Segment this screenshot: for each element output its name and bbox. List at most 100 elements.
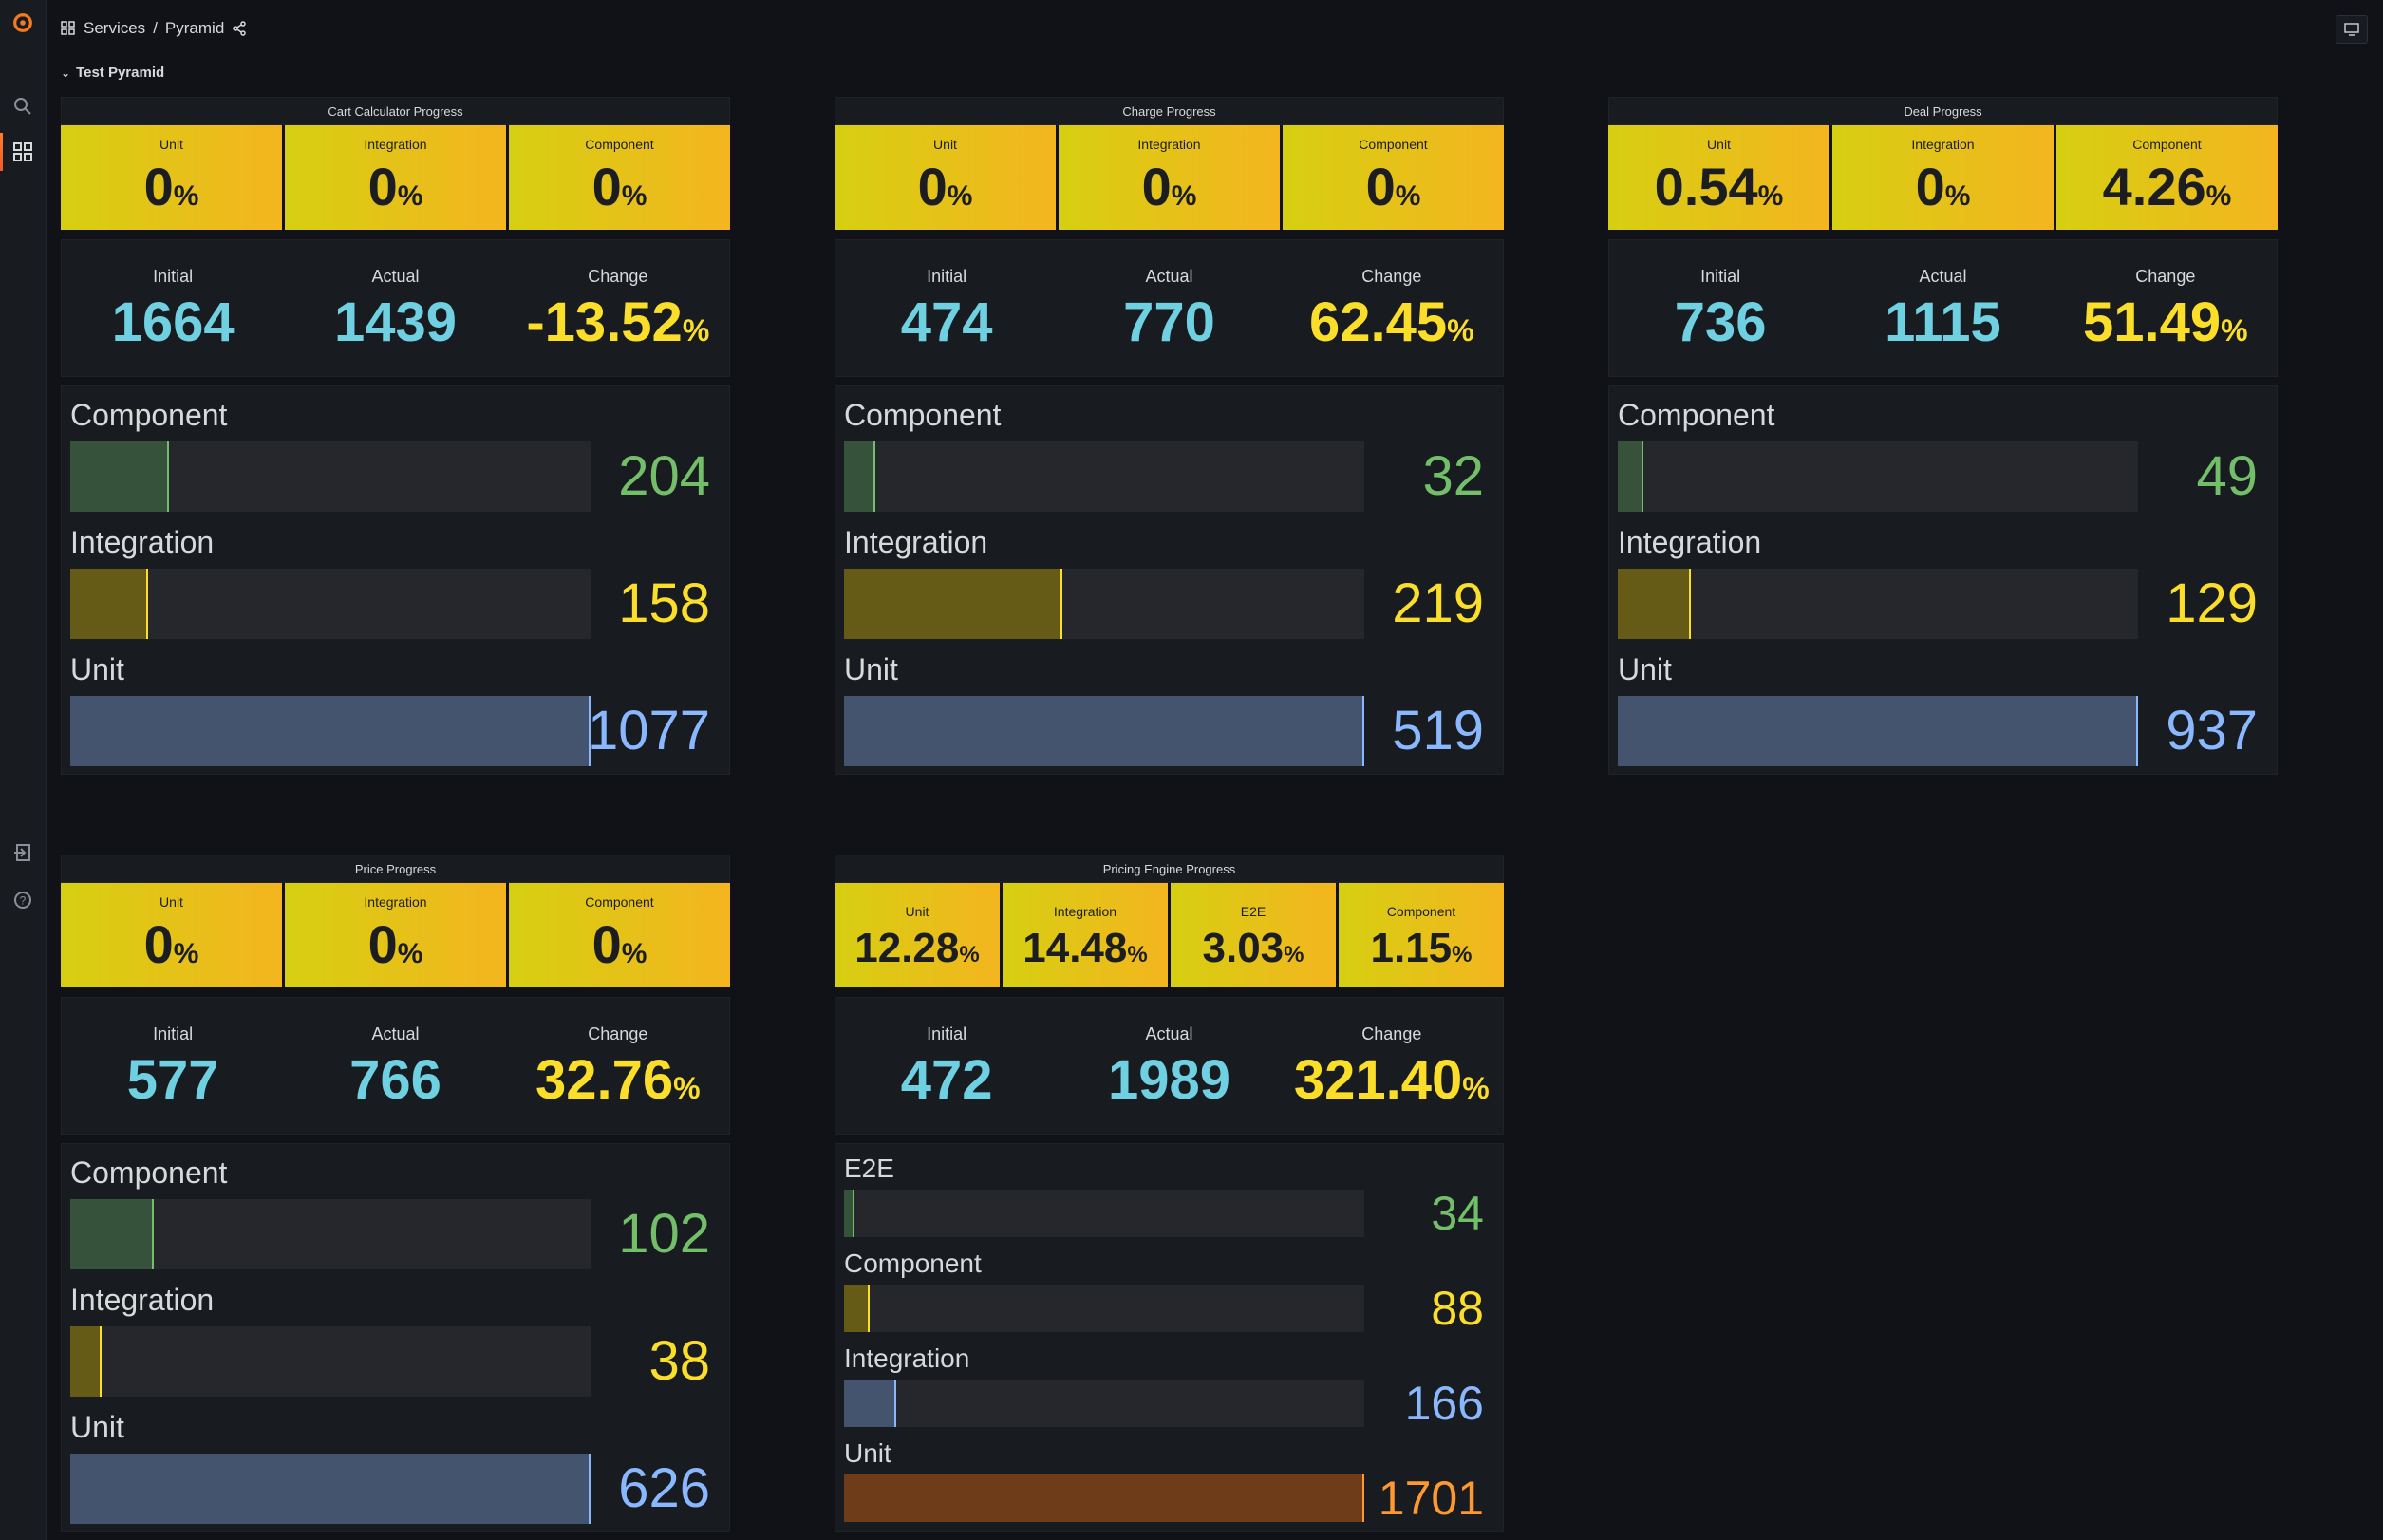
grafana-logo-icon[interactable] xyxy=(11,11,34,34)
stat-initial[interactable]: Initial 1664 xyxy=(62,240,284,376)
stat-actual[interactable]: Actual 770 xyxy=(1058,240,1280,376)
stat-change[interactable]: Change 321.40% xyxy=(1281,998,1503,1134)
sign-in-icon[interactable] xyxy=(11,841,34,864)
row-header-test-pyramid[interactable]: ⌄ Test Pyramid xyxy=(61,65,164,81)
stat-initial[interactable]: Initial 474 xyxy=(835,240,1058,376)
bar-track[interactable] xyxy=(70,1326,591,1397)
tile-value: 0% xyxy=(1283,154,1504,230)
stat-number: 62.45 xyxy=(1309,291,1448,353)
bar-fill xyxy=(1618,569,1691,639)
share-icon[interactable] xyxy=(232,21,247,36)
count-stats: Initial 474 Actual 770 Change 62.45% xyxy=(835,239,1504,377)
coverage-tile[interactable]: Integration 14.48% xyxy=(1003,883,1168,987)
coverage-tile[interactable]: Integration 0% xyxy=(285,883,506,987)
tv-mode-button[interactable] xyxy=(2336,15,2368,44)
tile-unit: % xyxy=(947,180,973,212)
bar-track[interactable] xyxy=(1618,569,2138,639)
stat-value: 51.49% xyxy=(2055,288,2277,366)
coverage-tile[interactable]: Integration 0% xyxy=(1832,125,2054,230)
bar-value: 219 xyxy=(1392,573,1484,634)
bar-label: Integration xyxy=(844,525,988,559)
breadcrumb-dashboard[interactable]: Pyramid xyxy=(165,19,224,38)
tile-label: Component xyxy=(1386,904,1456,919)
tile-unit: % xyxy=(173,180,199,212)
stat-initial[interactable]: Initial 577 xyxy=(62,998,284,1134)
coverage-tile[interactable]: Unit 12.28% xyxy=(835,883,1000,987)
panel-title[interactable]: Pricing Engine Progress xyxy=(835,855,1504,883)
coverage-tile[interactable]: E2E 3.03% xyxy=(1171,883,1336,987)
stat-value: 1989 xyxy=(1058,1045,1280,1116)
panel-group: Cart Calculator Progress Unit 0% Integratio… xyxy=(61,97,730,775)
coverage-tile[interactable]: Unit 0% xyxy=(61,883,282,987)
stat-value: 577 xyxy=(62,1045,284,1116)
bar-track[interactable] xyxy=(70,696,591,766)
bar-track[interactable] xyxy=(844,1474,1364,1522)
coverage-tile[interactable]: Integration 0% xyxy=(285,125,506,230)
tile-unit: % xyxy=(1395,180,1421,212)
stat-actual[interactable]: Actual 1115 xyxy=(1831,240,2054,376)
bar-track[interactable] xyxy=(70,1454,591,1524)
bar-value: 102 xyxy=(618,1203,710,1265)
bar-edge xyxy=(152,1199,154,1269)
bar-label: E2E xyxy=(844,1154,894,1183)
stat-unit: % xyxy=(1462,1071,1490,1105)
stat-number: 321.40 xyxy=(1293,1049,1463,1111)
stat-label: Initial xyxy=(153,267,194,286)
stat-actual[interactable]: Actual 766 xyxy=(284,998,506,1134)
sidebar: ? xyxy=(0,0,47,1540)
bar-track[interactable] xyxy=(1618,696,2138,766)
coverage-tile[interactable]: Component 0% xyxy=(1283,125,1504,230)
bar-value: 1077 xyxy=(587,700,710,761)
tile-unit: % xyxy=(397,938,423,969)
stat-change[interactable]: Change -13.52% xyxy=(507,240,729,376)
stat-label: Actual xyxy=(371,267,420,286)
bar-track[interactable] xyxy=(70,441,591,512)
bar-track[interactable] xyxy=(844,696,1364,766)
tile-label: Integration xyxy=(364,894,427,910)
bar-label: Component xyxy=(844,1249,982,1278)
coverage-tile[interactable]: Component 1.15% xyxy=(1339,883,1504,987)
panel-title[interactable]: Price Progress xyxy=(61,855,730,883)
tile-value: 0.54% xyxy=(1608,154,1829,230)
coverage-tile[interactable]: Integration 0% xyxy=(1059,125,1280,230)
stat-change[interactable]: Change 62.45% xyxy=(1281,240,1503,376)
tile-unit: % xyxy=(1944,180,1971,212)
coverage-tile[interactable]: Unit 0.54% xyxy=(1608,125,1829,230)
stat-value: 1115 xyxy=(1831,288,2054,358)
bar-track[interactable] xyxy=(844,441,1364,512)
count-stats: Initial 577 Actual 766 Change 32.76% xyxy=(61,997,730,1135)
help-icon[interactable]: ? xyxy=(11,889,34,911)
bar-track[interactable] xyxy=(70,1199,591,1269)
stat-change[interactable]: Change 51.49% xyxy=(2055,240,2277,376)
tile-label: Component xyxy=(1359,137,1428,152)
search-icon[interactable] xyxy=(11,95,34,118)
panel-title[interactable]: Cart Calculator Progress xyxy=(61,97,730,125)
panel-title[interactable]: Charge Progress xyxy=(835,97,1504,125)
coverage-tile[interactable]: Component 4.26% xyxy=(2056,125,2278,230)
tile-value: 0% xyxy=(285,911,506,987)
bar-track[interactable] xyxy=(844,1190,1364,1237)
tile-number: 0 xyxy=(367,914,398,974)
bar-track[interactable] xyxy=(1618,441,2138,512)
dashboards-icon[interactable] xyxy=(11,141,34,163)
stat-change[interactable]: Change 32.76% xyxy=(507,998,729,1134)
stat-value: 1439 xyxy=(284,288,506,358)
coverage-tiles: Unit 0% Integration 0% Component 0% xyxy=(835,125,1504,230)
coverage-tile[interactable]: Component 0% xyxy=(509,883,730,987)
bar-track[interactable] xyxy=(70,569,591,639)
breadcrumb-folder[interactable]: Services xyxy=(84,19,145,38)
coverage-tile[interactable]: Unit 0% xyxy=(835,125,1056,230)
coverage-tile[interactable]: Component 0% xyxy=(509,125,730,230)
panel-title[interactable]: Deal Progress xyxy=(1608,97,2278,125)
bar-track[interactable] xyxy=(844,1380,1364,1427)
stat-actual[interactable]: Actual 1989 xyxy=(1058,998,1280,1134)
stat-initial[interactable]: Initial 736 xyxy=(1609,240,1831,376)
bar-track[interactable] xyxy=(844,569,1364,639)
bar-track[interactable] xyxy=(844,1285,1364,1332)
stat-label: Initial xyxy=(1700,267,1741,286)
stat-initial[interactable]: Initial 472 xyxy=(835,998,1058,1134)
tile-label: E2E xyxy=(1240,904,1267,919)
tile-value: 4.26% xyxy=(2056,154,2278,230)
stat-actual[interactable]: Actual 1439 xyxy=(284,240,506,376)
coverage-tile[interactable]: Unit 0% xyxy=(61,125,282,230)
